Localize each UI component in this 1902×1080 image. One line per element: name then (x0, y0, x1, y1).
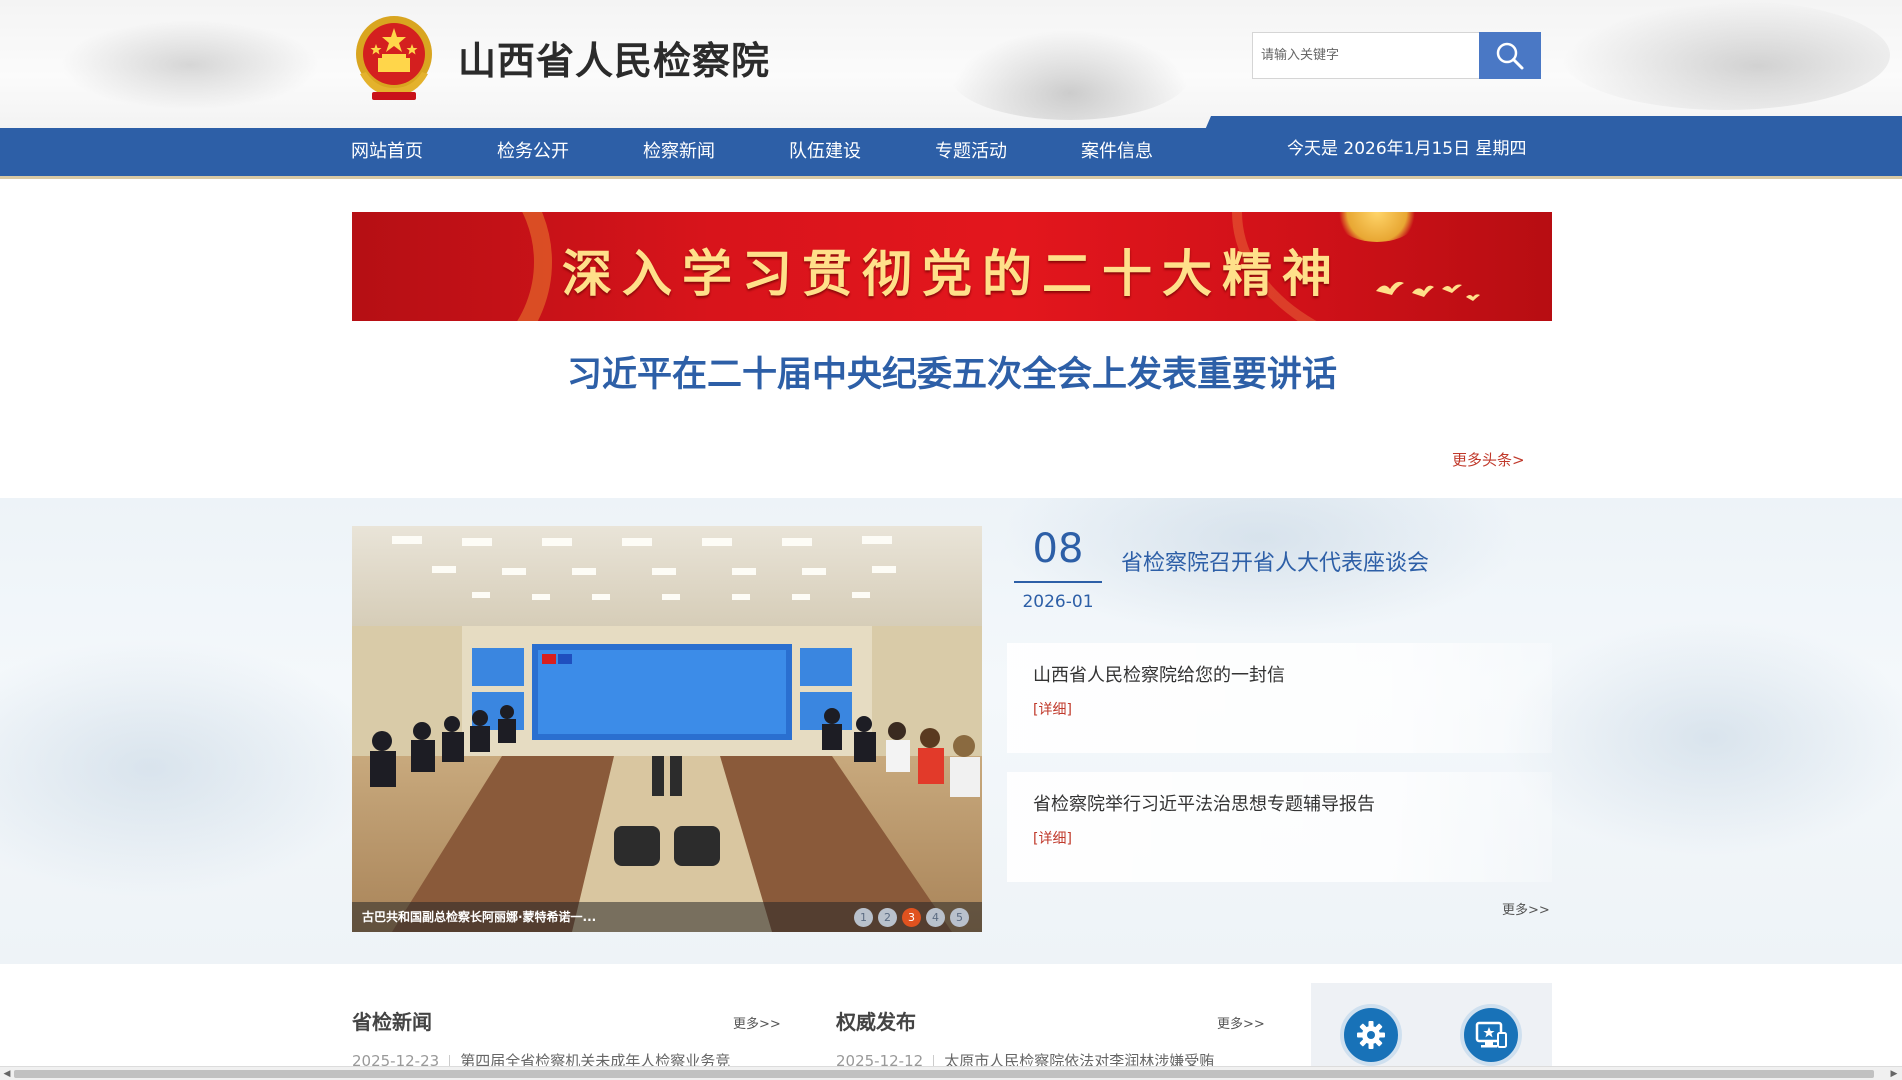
province-news-more-link[interactable]: 更多>> (733, 1013, 781, 1032)
carousel-dot-5[interactable]: 5 (950, 908, 969, 927)
authority-release-title: 权威发布 (836, 1010, 916, 1034)
scroll-left-arrow-icon[interactable]: ◀ (1, 1069, 13, 1079)
ink-mountain-decoration (60, 20, 320, 110)
featured-more-link[interactable]: 更多>> (1502, 899, 1550, 918)
carousel-dot-2[interactable]: 2 (878, 908, 897, 927)
nav-item-team-building[interactable]: 队伍建设 (789, 128, 935, 176)
national-emblem-icon (356, 16, 432, 100)
more-headlines-link[interactable]: 更多头条> (1452, 449, 1525, 470)
headline-link[interactable]: 习近平在二十届中央纪委五次全会上发表重要讲话 (352, 346, 1552, 397)
news-card-title[interactable]: 山西省人民检察院给您的一封信 (1033, 661, 1285, 687)
news-card-detail-link[interactable]: [详细] (1033, 828, 1072, 848)
settings-service-button[interactable] (1340, 1004, 1402, 1066)
top-news-title[interactable]: 省检察院召开省人大代表座谈会 (1121, 545, 1429, 577)
cloud-decoration (0, 638, 380, 898)
theme-banner[interactable]: 深入学习贯彻党的二十大精神 (352, 212, 1552, 321)
news-card: 省检察院举行习近平法治思想专题辅导报告 [详细] (1007, 772, 1552, 882)
current-date: 今天是 2026年1月15日 星期四 (1287, 139, 1527, 159)
nav-item-home[interactable]: 网站首页 (351, 128, 497, 176)
doves-icon (1376, 281, 1480, 301)
scroll-right-arrow-icon[interactable]: ▶ (1888, 1069, 1900, 1079)
news-card-title[interactable]: 省检察院举行习近平法治思想专题辅导报告 (1033, 790, 1375, 816)
carousel-dot-4[interactable]: 4 (926, 908, 945, 927)
search-icon (1496, 42, 1524, 69)
search-box (1252, 32, 1541, 79)
nav-item-affairs-open[interactable]: 检务公开 (497, 128, 643, 176)
search-input[interactable] (1253, 33, 1479, 78)
search-button[interactable] (1479, 32, 1541, 79)
authority-release-more-link[interactable]: 更多>> (1217, 1013, 1265, 1032)
ink-mountain-decoration (1560, 0, 1890, 110)
carousel-dot-1[interactable]: 1 (854, 908, 873, 927)
horizontal-scrollbar[interactable]: ◀ ▶ (0, 1066, 1902, 1080)
province-news-title: 省检新闻 (352, 1010, 432, 1034)
news-card-detail-link[interactable]: [详细] (1033, 699, 1072, 719)
nav-item-special-activities[interactable]: 专题活动 (935, 128, 1081, 176)
photo-caption[interactable]: 古巴共和国副总检察长阿丽娜·蒙特希诺一... (362, 902, 596, 932)
nav-item-case-info[interactable]: 案件信息 (1081, 128, 1227, 176)
news-card: 山西省人民检察院给您的一封信 [详细] (1007, 643, 1552, 753)
site-header: 山西省人民检察院 (0, 0, 1902, 128)
ink-mountain-decoration (950, 30, 1190, 120)
photo-caption-bar: 古巴共和国副总检察长阿丽娜·蒙特希诺一... 1 2 3 4 5 (352, 902, 982, 932)
top-news-day: 08 (1032, 526, 1084, 572)
top-news-month: 2026-01 (1022, 592, 1094, 612)
scrollbar-thumb[interactable] (14, 1070, 1874, 1078)
carousel-pager: 1 2 3 4 5 (854, 908, 969, 927)
meeting-room-photo (352, 526, 982, 932)
online-service-button[interactable] (1460, 1004, 1522, 1066)
nav-item-procuratorate-news[interactable]: 检察新闻 (643, 128, 789, 176)
site-title: 山西省人民检察院 (458, 38, 771, 83)
cloud-decoration (1500, 618, 1902, 858)
screen-star-icon (1475, 1021, 1507, 1048)
main-nav: 网站首页 检务公开 检察新闻 队伍建设 专题活动 案件信息 今天是 2026年1… (0, 128, 1902, 179)
news-photo-carousel[interactable]: 古巴共和国副总检察长阿丽娜·蒙特希诺一... 1 2 3 4 5 (352, 526, 982, 932)
gear-icon (1357, 1021, 1385, 1049)
carousel-dot-3[interactable]: 3 (902, 908, 921, 927)
date-divider (1014, 581, 1102, 583)
